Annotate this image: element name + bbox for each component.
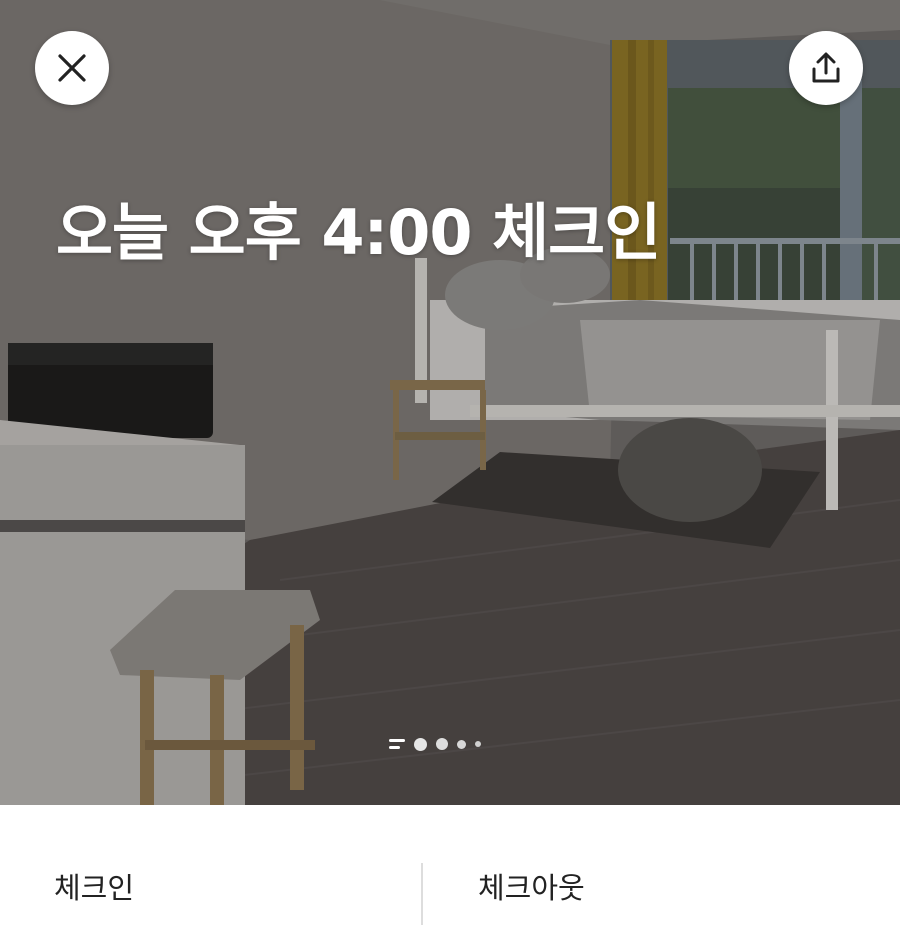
carousel-dot-active[interactable]	[389, 739, 405, 749]
carousel-pagination[interactable]	[389, 736, 481, 752]
carousel-dot[interactable]	[475, 741, 481, 747]
carousel-dot[interactable]	[414, 737, 427, 751]
share-button[interactable]	[789, 31, 863, 105]
close-icon	[58, 54, 86, 82]
close-button[interactable]	[35, 31, 109, 105]
listing-photo-carousel[interactable]: 오늘 오후 4:00 체크인	[0, 0, 900, 805]
dates-divider	[421, 863, 423, 925]
reservation-dates: 체크인 체크아웃	[0, 805, 900, 925]
checkout-label[interactable]: 체크아웃	[478, 865, 585, 907]
share-icon	[812, 52, 840, 83]
checkin-label[interactable]: 체크인	[54, 865, 134, 907]
room-photo	[0, 0, 900, 805]
carousel-dot[interactable]	[457, 739, 466, 749]
checkin-time-headline: 오늘 오후 4:00 체크인	[56, 196, 661, 269]
carousel-dot[interactable]	[436, 738, 448, 750]
